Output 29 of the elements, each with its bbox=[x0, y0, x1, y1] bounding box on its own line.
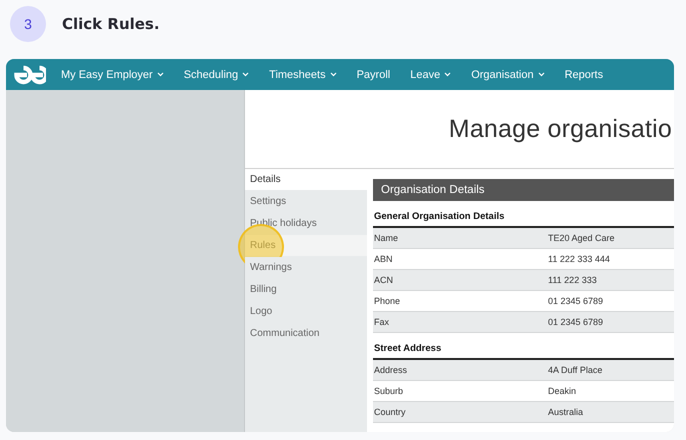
page-title: Manage organisatio bbox=[448, 114, 672, 144]
field-value: 4A Duff Place bbox=[548, 365, 602, 375]
field-value: TE20 Aged Care bbox=[548, 233, 615, 243]
nav-menu-item[interactable]: Reports bbox=[564, 68, 604, 80]
nav-menu-item[interactable]: Timesheets bbox=[269, 68, 337, 80]
field-value: 11 222 333 444 bbox=[548, 254, 610, 264]
nav-menu-item[interactable]: Scheduling bbox=[184, 68, 250, 80]
field-value: 01 2345 6789 bbox=[548, 296, 604, 306]
nav-menu-item[interactable]: Payroll bbox=[356, 68, 390, 80]
field-label: Address bbox=[373, 365, 408, 375]
side-menu-item[interactable]: Details bbox=[245, 169, 367, 190]
field-value: Deakin bbox=[548, 386, 576, 396]
field-label: Suburb bbox=[373, 386, 404, 396]
step-number: 3 bbox=[10, 6, 46, 42]
panel-title: Organisation Details bbox=[373, 179, 674, 201]
field-value: 01 2345 6789 bbox=[548, 317, 604, 327]
field-label: Country bbox=[373, 407, 407, 417]
field-label: ABN bbox=[373, 254, 394, 264]
logo-icon[interactable] bbox=[12, 64, 46, 86]
field-label: Name bbox=[373, 233, 400, 243]
nav-menu-item[interactable]: Leave bbox=[410, 68, 452, 80]
field-label: ACN bbox=[373, 275, 394, 285]
step-instruction: Click Rules. bbox=[62, 15, 160, 33]
nav-menu-item[interactable]: Organisation bbox=[471, 68, 545, 80]
field-label: Fax bbox=[373, 317, 390, 327]
field-value: 111 222 333 bbox=[548, 275, 597, 285]
nav-menu-item[interactable]: My Easy Employer bbox=[61, 68, 164, 80]
field-label: Phone bbox=[373, 296, 402, 306]
field-value: Australia bbox=[548, 407, 584, 417]
